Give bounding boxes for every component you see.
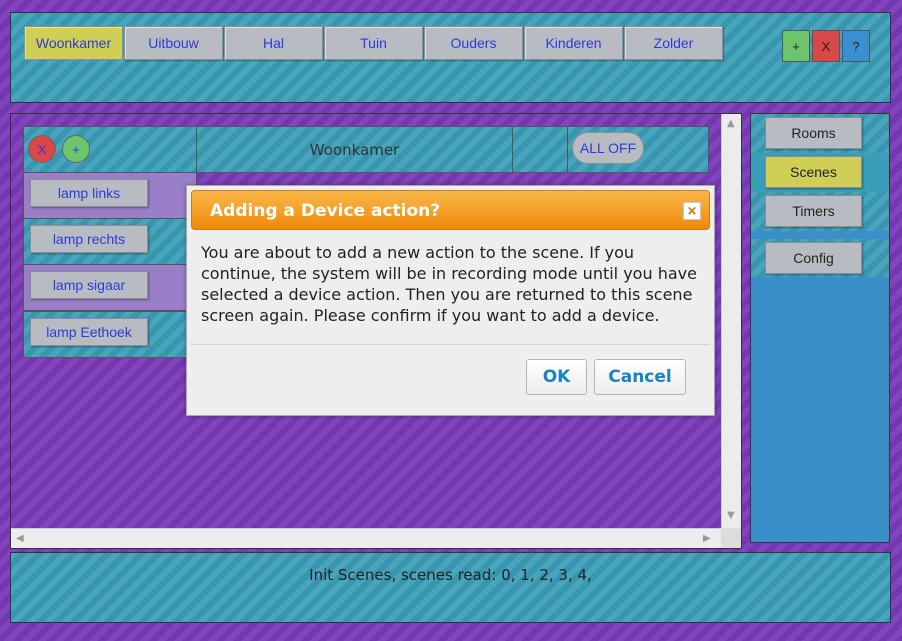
ok-button[interactable]: OK: [526, 359, 587, 395]
room-tab-woonkamer[interactable]: Woonkamer: [24, 26, 123, 60]
all-off-cell: ALL OFF: [567, 126, 709, 173]
side-navigation: Rooms Scenes Timers Config: [750, 113, 890, 543]
room-tab-ouders[interactable]: Ouders: [424, 26, 523, 60]
dialog-message: You are about to add a new action to the…: [201, 243, 697, 325]
scenes-button[interactable]: Scenes: [765, 156, 862, 188]
add-device-dialog: Adding a Device action? × You are about …: [186, 185, 715, 416]
all-off-button[interactable]: ALL OFF: [572, 132, 644, 164]
status-bar: Init Scenes, scenes read: 0, 1, 2, 3, 4,: [10, 552, 891, 623]
vertical-scrollbar[interactable]: ▲ ▼: [721, 114, 741, 528]
device-row: lamp links: [23, 172, 197, 219]
device-row: lamp sigaar: [23, 264, 197, 311]
config-button[interactable]: Config: [765, 242, 862, 274]
status-text: Init Scenes, scenes read: 0, 1, 2, 3, 4,: [309, 566, 592, 584]
remove-room-button[interactable]: X: [812, 30, 840, 62]
scene-header-cell: [512, 126, 568, 173]
add-device-button[interactable]: +: [62, 135, 90, 163]
device-button-lamp-links[interactable]: lamp links: [30, 179, 148, 207]
scene-control-cell: X +: [23, 126, 197, 173]
add-room-button[interactable]: +: [782, 30, 810, 62]
room-tab-bar: Woonkamer Uitbouw Hal Tuin Ouders Kinder…: [10, 12, 891, 103]
delete-scene-button[interactable]: X: [28, 135, 56, 163]
rooms-button[interactable]: Rooms: [765, 117, 862, 149]
cancel-button[interactable]: Cancel: [594, 359, 686, 395]
help-button[interactable]: ?: [842, 30, 870, 62]
timers-button[interactable]: Timers: [765, 195, 862, 227]
room-tab-hal[interactable]: Hal: [224, 26, 323, 60]
room-tab-kinderen[interactable]: Kinderen: [524, 26, 623, 60]
scene-title-cell: Woonkamer: [196, 126, 513, 173]
scrollbar-corner: [721, 528, 741, 548]
scroll-left-icon[interactable]: ◀: [16, 533, 24, 544]
device-row: lamp Eethoek: [23, 311, 197, 358]
device-button-lamp-eethoek[interactable]: lamp Eethoek: [30, 318, 148, 346]
scroll-up-icon[interactable]: ▲: [727, 118, 735, 129]
dialog-titlebar: Adding a Device action? ×: [191, 190, 710, 230]
room-tab-uitbouw[interactable]: Uitbouw: [124, 26, 223, 60]
room-tab-zolder[interactable]: Zolder: [624, 26, 723, 60]
device-button-lamp-rechts[interactable]: lamp rechts: [30, 225, 148, 253]
horizontal-scrollbar[interactable]: ◀ ▶: [11, 528, 721, 548]
close-icon[interactable]: ×: [683, 202, 701, 220]
device-row: lamp rechts: [23, 218, 197, 265]
scene-title: Woonkamer: [309, 141, 400, 159]
dialog-title: Adding a Device action?: [210, 201, 441, 221]
scroll-down-icon[interactable]: ▼: [727, 510, 735, 521]
dialog-divider: [191, 344, 710, 345]
room-tab-tuin[interactable]: Tuin: [324, 26, 423, 60]
device-button-lamp-sigaar[interactable]: lamp sigaar: [30, 271, 148, 299]
scroll-right-icon[interactable]: ▶: [703, 533, 711, 544]
